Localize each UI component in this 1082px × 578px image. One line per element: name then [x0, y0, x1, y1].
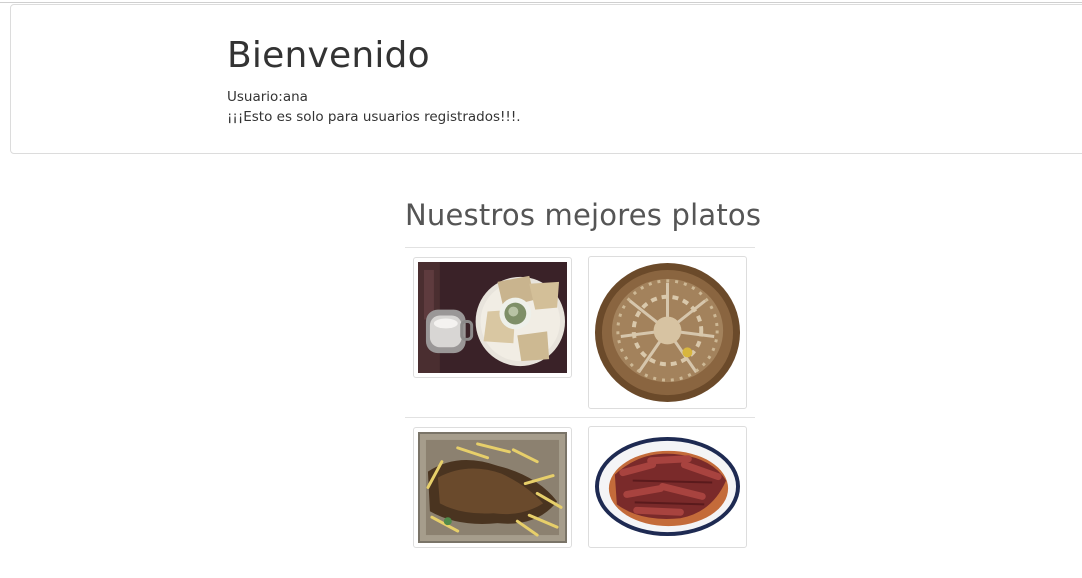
- row-divider: [405, 417, 755, 418]
- round-bread-photo: [593, 261, 742, 404]
- dish-thumbnail[interactable]: [588, 426, 747, 548]
- page-title: Bienvenido: [227, 35, 430, 76]
- dish-thumbnail[interactable]: [413, 427, 572, 548]
- username-label: Usuario:ana: [227, 89, 308, 105]
- breakfast-plate-photo: [418, 262, 567, 373]
- welcome-panel: Bienvenido Usuario:ana ¡¡¡Esto es solo p…: [10, 4, 1082, 154]
- section-divider: [405, 247, 755, 248]
- dish-thumbnail[interactable]: [413, 257, 572, 378]
- top-divider: [0, 2, 1082, 3]
- registered-notice: ¡¡¡Esto es solo para usuarios registrado…: [227, 109, 521, 125]
- dish-thumbnail[interactable]: [588, 256, 747, 409]
- grilled-ribs-photo: [593, 431, 742, 543]
- section-title: Nuestros mejores platos: [405, 198, 762, 232]
- roast-with-fries-photo: [418, 432, 567, 543]
